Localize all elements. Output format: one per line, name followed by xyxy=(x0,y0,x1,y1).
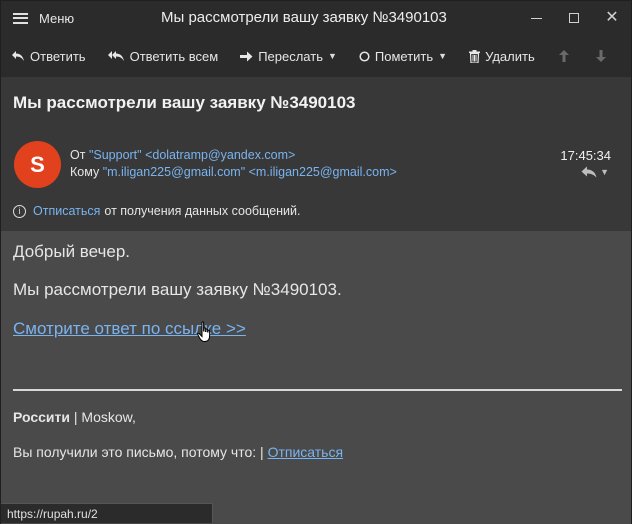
delete-label: Удалить xyxy=(485,48,535,64)
message-body: Добрый вечер. Мы рассмотрели вашу заявку… xyxy=(1,231,631,524)
unsubscribe-text: от получения данных сообщений. xyxy=(104,204,301,218)
title-bar: Меню Мы рассмотрели вашу заявку №3490103… xyxy=(1,1,631,35)
minimize-button[interactable] xyxy=(517,1,555,35)
window-controls: ✕ xyxy=(517,1,631,35)
footer-reason: Вы получили это письмо, потому что: | xyxy=(13,444,268,460)
header-reply-button[interactable]: ▼ xyxy=(581,166,609,178)
next-message-button[interactable] xyxy=(594,42,609,70)
arrow-up-icon xyxy=(559,50,570,62)
hand-cursor-icon xyxy=(197,321,215,348)
reply-icon xyxy=(581,166,597,178)
footer-location: | Moskow, xyxy=(70,409,136,425)
maximize-button[interactable] xyxy=(555,1,593,35)
reply-all-icon xyxy=(107,50,125,62)
close-icon: ✕ xyxy=(605,9,619,26)
body-paragraph: Мы рассмотрели вашу заявку №3490103. xyxy=(13,280,342,299)
mark-label: Пометить xyxy=(374,48,434,64)
from-line: От "Support" <dolatramp@yandex.com> xyxy=(70,148,295,162)
unsubscribe-link[interactable]: Отписаться xyxy=(33,204,100,218)
reply-label: Ответить xyxy=(30,48,86,64)
from-address[interactable]: "Support" <dolatramp@yandex.com> xyxy=(89,148,295,162)
chevron-down-icon: ▼ xyxy=(438,51,448,61)
footer-divider xyxy=(13,389,622,391)
status-url-bar: https://rupah.ru/2 xyxy=(1,503,213,523)
trash-icon xyxy=(469,49,481,63)
footer-unsubscribe-link[interactable]: Отписаться xyxy=(268,444,343,460)
forward-label: Переслать xyxy=(258,48,323,64)
greeting-text: Добрый вечер. xyxy=(13,242,131,261)
hamburger-icon xyxy=(13,12,28,24)
delete-button[interactable]: Удалить xyxy=(469,42,535,70)
forward-arrow-icon xyxy=(240,51,253,62)
message-subject: Мы рассмотрели вашу заявку №3490103 xyxy=(13,93,356,112)
chevron-down-icon: ▼ xyxy=(327,51,337,61)
to-address[interactable]: "m.iligan225@gmail.com" <m.iligan225@gma… xyxy=(103,165,397,179)
reply-all-button[interactable]: Ответить всем xyxy=(107,42,219,70)
sender-avatar: S xyxy=(14,141,61,188)
info-icon: i xyxy=(13,204,26,218)
message-time: 17:45:34 xyxy=(560,148,611,163)
close-button[interactable]: ✕ xyxy=(593,1,631,35)
maximize-icon xyxy=(569,13,579,23)
footer-brand: Россити xyxy=(13,409,70,425)
mail-window: Меню Мы рассмотрели вашу заявку №3490103… xyxy=(0,0,632,524)
toolbar: Ответить Ответить всем Переслать ▼ Помет… xyxy=(1,35,631,77)
reply-button[interactable]: Ответить xyxy=(11,42,86,70)
to-label: Кому xyxy=(70,165,100,179)
mark-button[interactable]: Пометить ▼ xyxy=(359,42,447,70)
window-title: Мы рассмотрели вашу заявку №3490103 xyxy=(161,9,447,26)
forward-button[interactable]: Переслать ▼ xyxy=(240,42,337,70)
arrow-down-icon xyxy=(596,50,607,62)
message-header: Мы рассмотрели вашу заявку №3490103 S От… xyxy=(1,77,631,231)
minimize-icon xyxy=(530,17,542,19)
menu-button[interactable]: Меню xyxy=(1,1,74,35)
footer-reason-line: Вы получили это письмо, потому что: | От… xyxy=(13,444,343,460)
to-line: Кому "m.iligan225@gmail.com" <m.iligan22… xyxy=(70,165,397,179)
from-label: От xyxy=(70,148,86,162)
chevron-down-icon: ▼ xyxy=(600,167,609,177)
footer-company-line: Россити | Moskow, xyxy=(13,409,136,425)
previous-message-button[interactable] xyxy=(557,42,572,70)
unsubscribe-notice: i Отписаться от получения данных сообщен… xyxy=(13,204,301,218)
circle-icon xyxy=(359,50,370,62)
reply-all-label: Ответить всем xyxy=(129,48,219,64)
reply-icon xyxy=(11,50,25,62)
menu-label: Меню xyxy=(39,10,75,26)
